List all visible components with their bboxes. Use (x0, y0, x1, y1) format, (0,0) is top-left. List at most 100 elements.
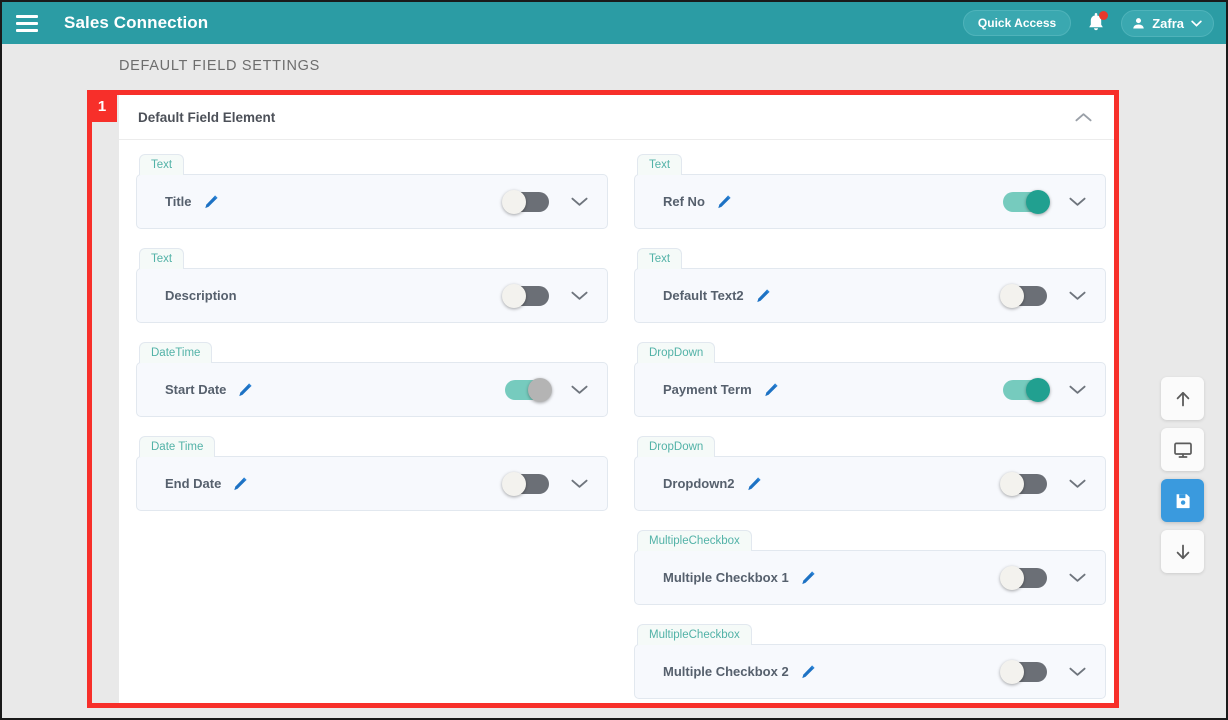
field-enable-toggle[interactable] (505, 377, 552, 402)
field-enable-toggle[interactable] (502, 283, 549, 308)
user-menu-button[interactable]: Zafra (1121, 9, 1214, 37)
save-disk-icon (1173, 491, 1193, 511)
field-expand-button[interactable] (571, 290, 588, 301)
scroll-top-button[interactable] (1161, 377, 1204, 420)
toggle-knob (1000, 283, 1024, 308)
chevron-down-icon (1069, 667, 1086, 676)
field-type-label: DropDown (637, 342, 716, 363)
quick-access-button[interactable]: Quick Access (962, 10, 1072, 36)
field-type-label: DateTime (139, 342, 213, 363)
field-expand-button[interactable] (571, 384, 588, 395)
toggle-knob (502, 283, 526, 308)
pencil-icon (802, 665, 815, 678)
field-name-label: Dropdown2 (663, 476, 735, 491)
edit-field-button[interactable] (203, 194, 219, 210)
chevron-down-icon (1069, 479, 1086, 488)
field-type-label: MultipleCheckbox (637, 530, 752, 551)
field-controls (1000, 565, 1086, 590)
edit-field-button[interactable] (237, 382, 253, 398)
field-name-label: Description (165, 288, 237, 303)
chevron-down-icon (1069, 385, 1086, 394)
field-name-label: Ref No (663, 194, 705, 209)
field-body: Multiple Checkbox 2 (634, 644, 1106, 699)
top-app-bar: Sales Connection Quick Access Zafra (2, 2, 1226, 44)
field-body: Description (136, 268, 608, 323)
field-row: Text Description (136, 248, 608, 323)
field-body: Title (136, 174, 608, 229)
arrow-up-icon (1173, 389, 1193, 409)
card-body: Text Title Text Description DateTime Start Da… (119, 140, 1114, 703)
preview-button[interactable] (1161, 428, 1204, 471)
toggle-knob (1000, 565, 1024, 590)
field-enable-toggle[interactable] (502, 471, 549, 496)
field-row: Text Default Text2 (634, 248, 1106, 323)
scroll-bottom-button[interactable] (1161, 530, 1204, 573)
field-row: DateTime Start Date (136, 342, 608, 417)
field-row: Date Time End Date (136, 436, 608, 511)
field-controls (1000, 283, 1086, 308)
field-expand-button[interactable] (571, 478, 588, 489)
chevron-down-icon (571, 385, 588, 394)
field-enable-toggle[interactable] (1000, 283, 1047, 308)
pencil-icon (802, 571, 815, 584)
field-expand-button[interactable] (1069, 384, 1086, 395)
field-expand-button[interactable] (571, 196, 588, 207)
page-title: DEFAULT FIELD SETTINGS (119, 58, 320, 74)
chevron-down-icon (1069, 197, 1086, 206)
field-enable-toggle[interactable] (1003, 377, 1050, 402)
field-enable-toggle[interactable] (1000, 565, 1047, 590)
field-row: Text Ref No (634, 154, 1106, 229)
field-column-right: Text Ref No Text Default Text2 DropDown Payme… (634, 154, 1106, 703)
field-enable-toggle[interactable] (502, 189, 549, 214)
toggle-knob (1000, 659, 1024, 684)
field-expand-button[interactable] (1069, 572, 1086, 583)
field-enable-toggle[interactable] (1000, 471, 1047, 496)
user-name-label: Zafra (1152, 15, 1184, 31)
toggle-knob (1026, 189, 1050, 214)
edit-field-button[interactable] (800, 570, 816, 586)
hamburger-icon[interactable] (16, 14, 38, 32)
pencil-icon (234, 477, 247, 490)
field-row: MultipleCheckbox Multiple Checkbox 1 (634, 530, 1106, 605)
field-controls (1003, 377, 1086, 402)
field-expand-button[interactable] (1069, 666, 1086, 677)
toggle-knob (1000, 471, 1024, 496)
pencil-icon (756, 289, 770, 302)
field-expand-button[interactable] (1069, 290, 1086, 301)
step-number-badge: 1 (87, 90, 117, 122)
field-enable-toggle[interactable] (1003, 189, 1050, 214)
field-enable-toggle[interactable] (1000, 659, 1047, 684)
edit-field-button[interactable] (755, 288, 771, 304)
notifications-button[interactable] (1085, 11, 1109, 35)
field-controls (502, 471, 588, 496)
edit-field-button[interactable] (232, 476, 248, 492)
field-expand-button[interactable] (1069, 196, 1086, 207)
field-row: DropDown Payment Term (634, 342, 1106, 417)
toggle-knob (502, 471, 526, 496)
card-collapse-toggle[interactable] (1075, 112, 1092, 123)
field-controls (1000, 471, 1086, 496)
field-body: Start Date (136, 362, 608, 417)
field-name-label: Multiple Checkbox 2 (663, 664, 789, 679)
save-button[interactable] (1161, 479, 1204, 522)
edit-field-button[interactable] (763, 382, 779, 398)
field-type-label: Text (139, 154, 185, 175)
card-header: Default Field Element (119, 95, 1114, 140)
edit-field-button[interactable] (800, 664, 816, 680)
field-name-label: Default Text2 (663, 288, 744, 303)
edit-field-button[interactable] (746, 476, 762, 492)
field-type-label: Text (139, 248, 185, 269)
edit-field-button[interactable] (716, 194, 732, 210)
chevron-down-icon (1191, 20, 1202, 27)
field-name-label: Multiple Checkbox 1 (663, 570, 789, 585)
arrow-down-icon (1173, 542, 1193, 562)
field-expand-button[interactable] (1069, 478, 1086, 489)
field-type-label: MultipleCheckbox (637, 624, 752, 645)
field-controls (502, 189, 588, 214)
field-type-label: Date Time (139, 436, 216, 457)
field-name-label: Start Date (165, 382, 227, 397)
field-body: Multiple Checkbox 1 (634, 550, 1106, 605)
card-title: Default Field Element (138, 109, 276, 125)
chevron-down-icon (1069, 291, 1086, 300)
toggle-knob (1026, 377, 1050, 402)
